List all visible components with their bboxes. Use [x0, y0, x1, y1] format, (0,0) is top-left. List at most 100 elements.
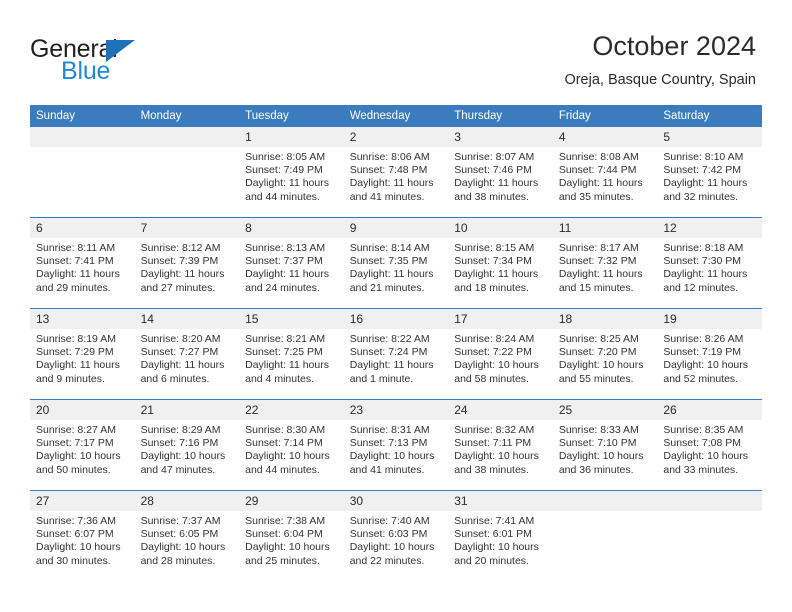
sunset-text: Sunset: 6:01 PM — [454, 528, 532, 541]
day-number — [30, 127, 135, 147]
day-number: 31 — [448, 491, 553, 511]
calendar-day-cell[interactable]: 5 Sunrise: 8:10 AM Sunset: 7:42 PM Daylight… — [657, 127, 762, 218]
calendar-day-cell[interactable]: 10 Sunrise: 8:15 AM Sunset: 7:34 PM Dayligh… — [448, 217, 553, 309]
calendar-cell-empty — [134, 127, 240, 218]
calendar-day-cell[interactable]: 16 Sunrise: 8:22 AM Sunset: 7:24 PM Dayligh… — [343, 308, 449, 400]
day-details: Sunrise: 8:30 AM Sunset: 7:14 PM Daylight:… — [239, 420, 344, 477]
daylight-text: Daylight: 11 hours and 9 minutes. — [36, 359, 120, 385]
calendar-day-cell[interactable]: 7 Sunrise: 8:12 AM Sunset: 7:39 PM Daylight… — [134, 217, 240, 309]
calendar-day-cell[interactable]: 18 Sunrise: 8:25 AM Sunset: 7:20 PM Dayligh… — [552, 308, 658, 400]
calendar-day-cell[interactable]: 22 Sunrise: 8:30 AM Sunset: 7:14 PM Dayligh… — [239, 399, 344, 491]
calendar-day-cell[interactable]: 17 Sunrise: 8:24 AM Sunset: 7:22 PM Dayligh… — [448, 308, 553, 400]
calendar-day-cell[interactable]: 6 Sunrise: 8:11 AM Sunset: 7:41 PM Daylight… — [30, 217, 135, 309]
calendar-day-cell[interactable]: 27 Sunrise: 7:36 AM Sunset: 6:07 PM Dayligh… — [30, 490, 135, 581]
sunrise-text: Sunrise: 8:19 AM — [36, 333, 116, 345]
day-cell-inner: 27 Sunrise: 7:36 AM Sunset: 6:07 PM Dayligh… — [30, 491, 135, 581]
sunset-text: Sunset: 7:08 PM — [663, 437, 742, 450]
general-blue-logo[interactable]: General Blue — [30, 36, 230, 88]
calendar-week-row: 6 Sunrise: 8:11 AM Sunset: 7:41 PM Daylight… — [30, 217, 762, 309]
sunset-text: Sunset: 7:19 PM — [663, 346, 742, 359]
calendar-day-cell[interactable]: 30 Sunrise: 7:40 AM Sunset: 6:03 PM Dayligh… — [343, 490, 449, 581]
day-cell-inner: 26 Sunrise: 8:35 AM Sunset: 7:08 PM Dayligh… — [657, 400, 762, 490]
day-number: 11 — [552, 218, 658, 238]
daylight-text: Daylight: 11 hours and 44 minutes. — [245, 177, 329, 203]
sunrise-text: Sunrise: 8:13 AM — [245, 242, 326, 254]
calendar-day-cell[interactable]: 15 Sunrise: 8:21 AM Sunset: 7:25 PM Dayligh… — [239, 308, 344, 400]
calendar-day-cell[interactable]: 12 Sunrise: 8:18 AM Sunset: 7:30 PM Dayligh… — [657, 217, 762, 309]
day-cell-inner: 2 Sunrise: 8:06 AM Sunset: 7:48 PM Daylight… — [343, 127, 449, 217]
day-details: Sunrise: 7:36 AM Sunset: 6:07 PM Daylight:… — [30, 511, 135, 568]
calendar-day-cell[interactable]: 28 Sunrise: 7:37 AM Sunset: 6:05 PM Dayligh… — [134, 490, 240, 581]
calendar-day-cell[interactable]: 14 Sunrise: 8:20 AM Sunset: 7:27 PM Dayligh… — [134, 308, 240, 400]
calendar-day-cell[interactable]: 25 Sunrise: 8:33 AM Sunset: 7:10 PM Dayligh… — [552, 399, 658, 491]
sunset-text: Sunset: 6:04 PM — [245, 528, 323, 541]
sunrise-text: Sunrise: 8:17 AM — [558, 242, 639, 254]
sunset-text: Sunset: 6:05 PM — [140, 528, 219, 541]
sunset-text: Sunset: 7:37 PM — [245, 255, 323, 268]
sunset-text: Sunset: 7:27 PM — [140, 346, 219, 359]
day-cell-inner: 8 Sunrise: 8:13 AM Sunset: 7:37 PM Daylight… — [239, 218, 344, 308]
day-details: Sunrise: 8:10 AM Sunset: 7:42 PM Daylight:… — [657, 147, 762, 204]
day-cell-inner: 23 Sunrise: 8:31 AM Sunset: 7:13 PM Dayligh… — [343, 400, 449, 490]
day-number: 16 — [343, 309, 449, 329]
day-cell-inner: 14 Sunrise: 8:20 AM Sunset: 7:27 PM Dayligh… — [134, 309, 240, 399]
sunset-text: Sunset: 7:30 PM — [663, 255, 742, 268]
day-number: 23 — [343, 400, 449, 420]
day-details: Sunrise: 8:35 AM Sunset: 7:08 PM Daylight:… — [657, 420, 762, 477]
calendar-body: 1 Sunrise: 8:05 AM Sunset: 7:49 PM Daylight… — [30, 127, 762, 581]
calendar-day-cell[interactable]: 2 Sunrise: 8:06 AM Sunset: 7:48 PM Daylight… — [343, 127, 449, 218]
day-details: Sunrise: 7:38 AM Sunset: 6:04 PM Daylight:… — [239, 511, 344, 568]
calendar-day-cell[interactable]: 26 Sunrise: 8:35 AM Sunset: 7:08 PM Dayligh… — [657, 399, 762, 491]
sunrise-text: Sunrise: 8:11 AM — [36, 242, 116, 254]
sunset-text: Sunset: 7:42 PM — [663, 164, 742, 177]
calendar-day-cell[interactable]: 23 Sunrise: 8:31 AM Sunset: 7:13 PM Dayligh… — [343, 399, 449, 491]
day-number: 14 — [134, 309, 240, 329]
sunset-text: Sunset: 7:20 PM — [558, 346, 637, 359]
daylight-text: Daylight: 10 hours and 25 minutes. — [245, 541, 330, 567]
calendar-day-cell[interactable]: 13 Sunrise: 8:19 AM Sunset: 7:29 PM Dayligh… — [30, 308, 135, 400]
calendar-day-cell[interactable]: 11 Sunrise: 8:17 AM Sunset: 7:32 PM Dayligh… — [552, 217, 658, 309]
sunset-text: Sunset: 6:07 PM — [36, 528, 114, 541]
day-number — [552, 491, 658, 511]
day-details: Sunrise: 7:41 AM Sunset: 6:01 PM Daylight:… — [448, 511, 553, 568]
day-cell-inner — [134, 127, 240, 217]
day-cell-inner: 4 Sunrise: 8:08 AM Sunset: 7:44 PM Daylight… — [552, 127, 658, 217]
sunset-text: Sunset: 7:49 PM — [245, 164, 323, 177]
sunset-text: Sunset: 7:14 PM — [245, 437, 323, 450]
weekday-header-sunday: Sunday — [30, 105, 135, 127]
day-cell-inner: 22 Sunrise: 8:30 AM Sunset: 7:14 PM Dayligh… — [239, 400, 344, 490]
sunrise-text: Sunrise: 7:37 AM — [140, 515, 221, 527]
day-number: 1 — [239, 127, 344, 147]
day-number: 25 — [552, 400, 658, 420]
weekday-header-wednesday: Wednesday — [343, 105, 449, 127]
calendar-day-cell[interactable]: 4 Sunrise: 8:08 AM Sunset: 7:44 PM Daylight… — [552, 127, 658, 218]
day-number: 24 — [448, 400, 553, 420]
daylight-text: Daylight: 11 hours and 15 minutes. — [558, 268, 643, 294]
calendar-day-cell[interactable]: 1 Sunrise: 8:05 AM Sunset: 7:49 PM Daylight… — [239, 127, 344, 218]
sunset-text: Sunset: 7:35 PM — [349, 255, 428, 268]
calendar-day-cell[interactable]: 3 Sunrise: 8:07 AM Sunset: 7:46 PM Daylight… — [448, 127, 553, 218]
day-number: 13 — [30, 309, 135, 329]
sunrise-text: Sunrise: 8:20 AM — [140, 333, 221, 345]
calendar-day-cell[interactable]: 9 Sunrise: 8:14 AM Sunset: 7:35 PM Daylight… — [343, 217, 449, 309]
calendar-day-cell[interactable]: 24 Sunrise: 8:32 AM Sunset: 7:11 PM Dayligh… — [448, 399, 553, 491]
calendar-day-cell[interactable]: 31 Sunrise: 7:41 AM Sunset: 6:01 PM Dayligh… — [448, 490, 553, 581]
calendar-day-cell[interactable]: 8 Sunrise: 8:13 AM Sunset: 7:37 PM Daylight… — [239, 217, 344, 309]
day-cell-inner: 13 Sunrise: 8:19 AM Sunset: 7:29 PM Dayligh… — [30, 309, 135, 399]
day-number: 4 — [552, 127, 658, 147]
calendar-day-cell[interactable]: 21 Sunrise: 8:29 AM Sunset: 7:16 PM Dayligh… — [134, 399, 240, 491]
sunset-text: Sunset: 7:32 PM — [558, 255, 637, 268]
daylight-text: Daylight: 10 hours and 58 minutes. — [454, 359, 539, 385]
calendar-day-cell[interactable]: 20 Sunrise: 8:27 AM Sunset: 7:17 PM Dayligh… — [30, 399, 135, 491]
daylight-text: Daylight: 10 hours and 50 minutes. — [36, 450, 121, 476]
weekday-header-monday: Monday — [134, 105, 240, 127]
day-cell-inner: 18 Sunrise: 8:25 AM Sunset: 7:20 PM Dayligh… — [552, 309, 658, 399]
day-cell-inner: 16 Sunrise: 8:22 AM Sunset: 7:24 PM Dayligh… — [343, 309, 449, 399]
day-details: Sunrise: 8:29 AM Sunset: 7:16 PM Daylight:… — [135, 420, 240, 477]
calendar-page: General Blue October 2024 Oreja, Basque … — [0, 0, 792, 612]
sunrise-text: Sunrise: 8:24 AM — [454, 333, 535, 345]
calendar-day-cell[interactable]: 29 Sunrise: 7:38 AM Sunset: 6:04 PM Dayligh… — [239, 490, 344, 581]
day-cell-inner: 9 Sunrise: 8:14 AM Sunset: 7:35 PM Daylight… — [343, 218, 449, 308]
calendar-day-cell[interactable]: 19 Sunrise: 8:26 AM Sunset: 7:19 PM Dayligh… — [657, 308, 762, 400]
day-details: Sunrise: 8:12 AM Sunset: 7:39 PM Daylight:… — [135, 238, 240, 295]
